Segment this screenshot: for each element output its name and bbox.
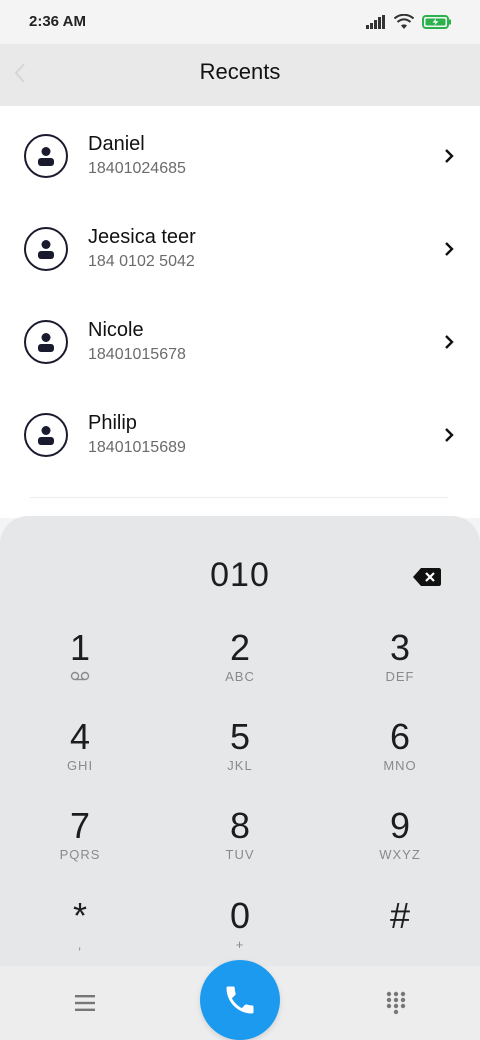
contact-number: 18401024685 [88,159,186,177]
menu-button[interactable] [70,992,100,1014]
key-5[interactable]: 5 JKL [185,717,295,797]
contact-number: 18401015678 [88,345,186,363]
person-icon [38,332,54,352]
key-digit: 7 [69,805,91,846]
contact-info: Philip 18401015689 [88,411,186,459]
key-6[interactable]: 6 MNO [345,717,455,797]
key-letters: , [77,937,83,952]
dialed-number-display[interactable]: 010 [0,556,480,595]
key-9[interactable]: 9 WXYZ [345,806,455,886]
key-digit: 9 [389,805,411,846]
contact-row[interactable]: Philip 18401015689 [0,388,480,481]
contact-name: Jeesica teer [88,225,196,248]
delete-button[interactable] [412,566,442,588]
contact-detail-button[interactable] [442,332,456,352]
contact-name: Philip [88,411,137,434]
key-digit: # [389,895,411,936]
contact-detail-button[interactable] [442,239,456,259]
recents-list: Daniel 18401024685 Jeesica teer 184 0102… [0,106,480,518]
key-7[interactable]: 7 PQRS [25,806,135,886]
contact-name: Nicole [88,318,144,341]
chevron-right-icon [445,241,454,256]
key-4[interactable]: 4 GHI [25,717,135,797]
header: Recents [0,44,480,106]
key-letters: WXYZ [379,847,421,862]
key-letters: PQRS [59,847,101,862]
list-divider [30,497,448,498]
chevron-right-icon [445,334,454,349]
backspace-icon [413,568,441,586]
contact-row[interactable]: Jeesica teer 184 0102 5042 [0,202,480,295]
battery-icon [422,15,451,29]
signal-icon [366,15,385,29]
dialpad-panel: 010 1 2 ABC 3 DEF 4 GHI 5 JKL 6 MNO 7 PQ… [0,516,480,966]
key-digit: 4 [69,716,91,757]
contact-row[interactable]: Daniel 18401024685 [0,109,480,202]
person-icon [38,425,54,445]
contact-number: 184 0102 5042 [88,252,195,270]
key-letters: GHI [66,758,94,773]
avatar [24,226,68,271]
key-star[interactable]: * , [25,896,135,966]
key-1[interactable]: 1 [25,628,135,708]
key-8[interactable]: 8 TUV [185,806,295,886]
page-title: Recents [199,59,281,84]
key-letters: MNO [383,758,417,773]
call-button[interactable] [200,960,280,1040]
key-digit: 2 [229,627,251,668]
key-digit: 6 [389,716,411,757]
person-icon [38,146,54,166]
avatar [24,319,68,364]
key-letters: + [235,937,245,952]
key-letters: TUV [225,847,255,862]
key-0[interactable]: 0 + [185,896,295,966]
key-digit: 1 [69,627,91,668]
contact-detail-button[interactable] [442,146,456,166]
contact-info: Nicole 18401015678 [88,318,186,366]
key-letters: DEF [385,669,415,684]
avatar [24,412,68,457]
key-3[interactable]: 3 DEF [345,628,455,708]
key-digit: 3 [389,627,411,668]
wifi-icon [394,14,414,29]
contact-detail-button[interactable] [442,425,456,445]
key-letters: JKL [227,758,253,773]
person-icon [38,239,54,259]
key-letters: ABC [225,669,255,684]
key-digit: 8 [229,805,251,846]
phone-icon [226,986,254,1014]
chevron-right-icon [445,148,454,163]
avatar [24,133,68,178]
status-bar: 2:36 AM [0,0,480,44]
contact-name: Daniel [88,132,145,155]
menu-icon [75,995,95,1011]
bottom-bar [0,960,480,1040]
key-digit: 5 [229,716,251,757]
key-2[interactable]: 2 ABC [185,628,295,708]
keypad-toggle-button[interactable] [384,990,408,1016]
contact-info: Jeesica teer 184 0102 5042 [88,225,196,273]
chevron-right-icon [445,427,454,442]
status-time: 2:36 AM [29,13,86,30]
dialpad-icon [386,991,406,1015]
key-digit: * [72,895,87,936]
status-icons [366,12,452,32]
key-hash[interactable]: # [345,896,455,966]
contact-row[interactable]: Nicole 18401015678 [0,295,480,388]
contact-info: Daniel 18401024685 [88,132,186,180]
voicemail-icon [70,671,90,681]
contact-number: 18401015689 [88,438,186,456]
key-digit: 0 [229,895,251,936]
